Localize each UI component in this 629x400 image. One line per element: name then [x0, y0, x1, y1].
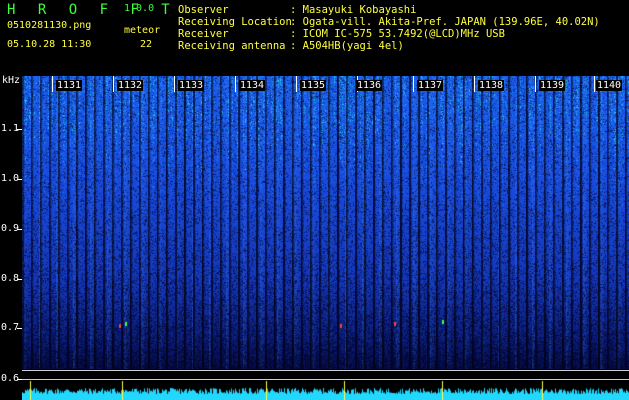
- x-tick-label: 1133: [178, 80, 205, 91]
- x-tick-label: 1134: [239, 80, 266, 91]
- x-tick: [113, 76, 114, 92]
- x-tick-label: 1137: [417, 80, 444, 91]
- x-tick: [535, 76, 536, 92]
- x-tick-label: 1135: [300, 80, 327, 91]
- y-axis-unit: kHz: [2, 75, 21, 86]
- x-tick-label: 1132: [117, 80, 144, 91]
- x-tick: [174, 76, 175, 92]
- app-version: 1.0.0: [124, 3, 155, 14]
- meteor-count-value: 22: [140, 39, 153, 50]
- x-tick: [594, 76, 595, 92]
- info-value-antenna: : A504HB(yagi 4el): [290, 40, 404, 52]
- x-tick: [296, 76, 297, 92]
- capture-timestamp: 05.10.28 11:30: [7, 39, 92, 50]
- x-tick-label: 1131: [56, 80, 83, 91]
- x-tick-label: 1140: [596, 80, 623, 91]
- info-value-observer: : Masayuki Kobayashi: [290, 4, 417, 16]
- x-tick-label: 1136: [356, 80, 383, 91]
- info-label-observer: Observer: [178, 4, 229, 16]
- signal-level-trace: [22, 369, 629, 400]
- x-tick-label: 1138: [478, 80, 505, 91]
- x-tick: [474, 76, 475, 92]
- x-tick: [52, 76, 53, 92]
- spectrogram-noise: [22, 76, 629, 369]
- meteor-count-label: meteor: [124, 25, 161, 36]
- image-filename: 0510281130.png: [7, 20, 92, 31]
- x-tick: [235, 76, 236, 92]
- x-tick: [413, 76, 414, 92]
- x-tick-label: 1139: [539, 80, 566, 91]
- info-label-receiver: Receiver: [178, 28, 229, 40]
- spectrogram-display: [22, 76, 629, 369]
- y-tick: [17, 129, 22, 130]
- y-tick: [17, 279, 22, 280]
- signal-level-trace-panel: [22, 369, 629, 400]
- y-tick: [17, 328, 22, 329]
- info-label-location: Receiving Location: [178, 16, 292, 28]
- info-value-receiver: : ICOM IC-575 53.7492(@LCD)MHz USB: [290, 28, 505, 40]
- info-value-location: : Ogata-vill. Akita-Pref. JAPAN (139.96E…: [290, 16, 600, 28]
- y-tick: [17, 179, 22, 180]
- y-tick: [17, 229, 22, 230]
- info-label-antenna: Receiving antenna: [178, 40, 286, 52]
